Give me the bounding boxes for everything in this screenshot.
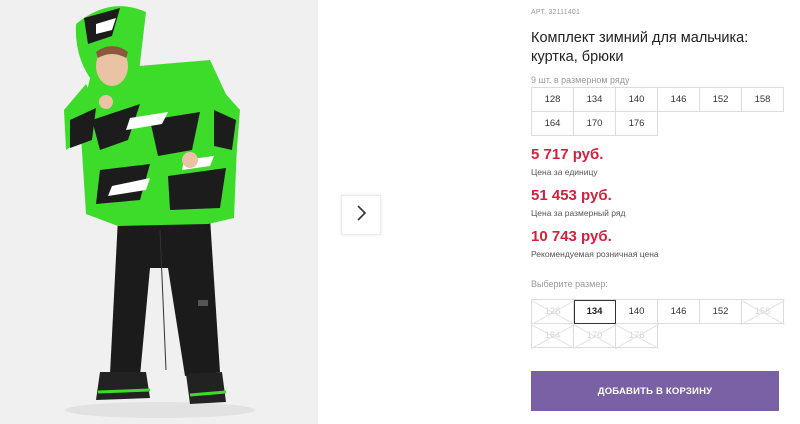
unit-price: 5 717 руб. <box>531 146 604 163</box>
size-row-cell: 146 <box>658 88 700 112</box>
size-option-146[interactable]: 146 <box>658 300 700 324</box>
size-option-134[interactable]: 134 <box>574 300 616 324</box>
row-price: 51 453 руб. <box>531 187 612 204</box>
size-row-count: 9 шт. в размерном ряду <box>531 75 630 85</box>
size-picker-label: Выберите размер: <box>531 279 608 289</box>
size-picker: 128 134 140 146 152 158 164 170 176 <box>531 299 784 348</box>
size-option-152[interactable]: 152 <box>700 300 742 324</box>
add-to-cart-button[interactable]: ДОБАВИТЬ В КОРЗИНУ <box>531 371 779 411</box>
product-title: Комплект зимний для мальчика: куртка, бр… <box>531 30 749 65</box>
size-row-table: 128 134 140 146 152 158 164 170 176 <box>531 87 784 136</box>
size-option-140[interactable]: 140 <box>616 300 658 324</box>
size-row-cell: 140 <box>616 88 658 112</box>
retail-price: 10 743 руб. <box>531 228 612 245</box>
retail-price-label: Рекомендуемая розничная цена <box>531 249 659 259</box>
size-row-cell: 128 <box>532 88 574 112</box>
product-photo <box>0 0 318 424</box>
size-option-164: 164 <box>532 324 574 348</box>
unit-price-label: Цена за единицу <box>531 167 598 177</box>
size-option-176: 176 <box>616 324 658 348</box>
size-row-cell: 152 <box>700 88 742 112</box>
size-row-cell: 134 <box>574 88 616 112</box>
row-price-label: Цена за размерный ряд <box>531 208 626 218</box>
article-number: АРТ. 32111401 <box>531 9 581 16</box>
size-option-158: 158 <box>742 300 784 324</box>
boy-winter-suit-illustration <box>0 0 318 424</box>
size-option-170: 170 <box>574 324 616 348</box>
size-row-cell: 164 <box>532 112 574 136</box>
size-row-cell: 176 <box>616 112 658 136</box>
chevron-right-icon <box>355 204 367 227</box>
size-option-128: 128 <box>532 300 574 324</box>
size-row-cell: 170 <box>574 112 616 136</box>
gallery-next-button[interactable] <box>341 195 381 235</box>
size-row-cell: 158 <box>742 88 784 112</box>
